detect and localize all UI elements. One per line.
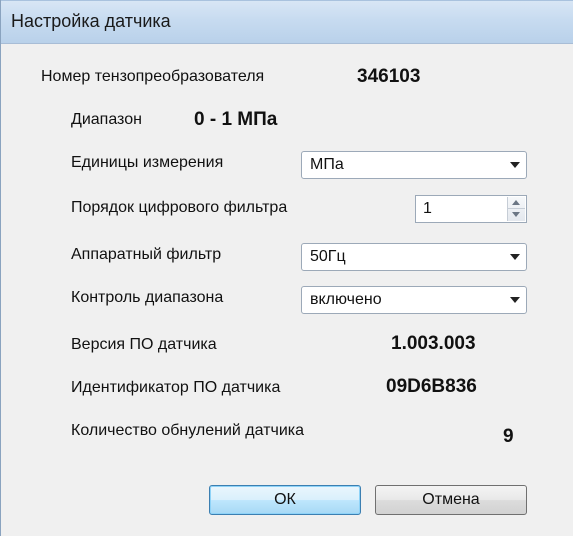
title-bar[interactable]: Настройка датчика	[1, 0, 573, 44]
spin-up-icon[interactable]	[508, 197, 525, 209]
chevron-down-icon[interactable]	[510, 297, 520, 303]
hw-filter-combobox[interactable]: 50Гц	[301, 243, 527, 271]
dialog-body: Номер тензопреобразователя 346103 Диапаз…	[1, 44, 573, 536]
cancel-button[interactable]: Отмена	[375, 485, 527, 515]
filter-order-value: 1	[423, 200, 432, 217]
hw-filter-label: Аппаратный фильтр	[71, 246, 222, 263]
fw-version-label: Версия ПО датчика	[71, 336, 217, 353]
chevron-down-icon[interactable]	[510, 162, 520, 168]
filter-order-label: Порядок цифрового фильтра	[71, 199, 288, 216]
fw-version-value: 1.003.003	[391, 333, 476, 354]
zero-count-label: Количество обнулений датчика	[71, 422, 305, 439]
range-control-combobox[interactable]: включено	[301, 286, 527, 314]
spin-buttons	[507, 197, 525, 221]
units-selected-value: МПа	[310, 156, 344, 173]
range-control-label: Контроль диапазона	[71, 289, 224, 306]
range-label: Диапазон	[71, 111, 142, 128]
range-value: 0 - 1 МПа	[194, 109, 278, 130]
sensor-number-value: 346103	[357, 66, 421, 87]
filter-order-spinbox[interactable]: 1	[415, 195, 527, 223]
window-title: Настройка датчика	[11, 11, 171, 31]
sensor-number-label: Номер тензопреобразователя	[41, 68, 265, 85]
ok-button[interactable]: ОК	[209, 485, 361, 515]
fw-id-label: Идентификатор ПО датчика	[71, 379, 281, 396]
range-control-selected-value: включено	[310, 291, 382, 308]
units-label: Единицы измерения	[71, 154, 224, 171]
fw-id-value: 09D6B836	[386, 376, 477, 397]
spin-down-icon[interactable]	[508, 209, 525, 221]
sensor-settings-dialog: Настройка датчика Номер тензопреобразова…	[0, 0, 573, 536]
chevron-down-icon[interactable]	[510, 254, 520, 260]
hw-filter-selected-value: 50Гц	[310, 248, 346, 265]
zero-count-value: 9	[503, 426, 514, 447]
units-combobox[interactable]: МПа	[301, 151, 527, 179]
